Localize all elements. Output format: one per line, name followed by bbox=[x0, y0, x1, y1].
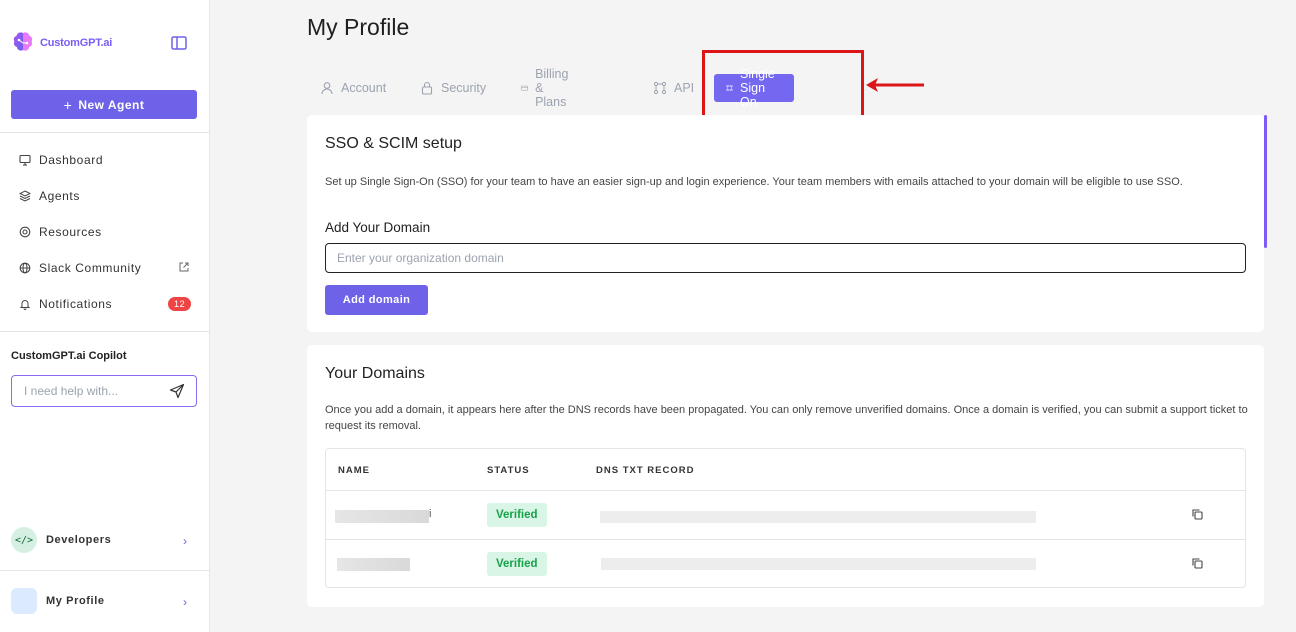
chevron-right-icon: › bbox=[183, 534, 187, 548]
sidebar-divider bbox=[0, 331, 210, 332]
avatar bbox=[11, 588, 37, 614]
sidebar-item-resources[interactable]: Resources bbox=[19, 224, 194, 240]
tab-label: Security bbox=[441, 81, 487, 95]
copy-icon[interactable] bbox=[1192, 509, 1203, 520]
tab-security[interactable]: Security bbox=[420, 74, 486, 102]
layers-icon bbox=[19, 190, 31, 202]
copilot-input-box bbox=[11, 375, 197, 407]
status-badge: Verified bbox=[487, 552, 547, 576]
redacted-domain-name bbox=[335, 510, 429, 523]
brain-logo-icon bbox=[13, 32, 33, 51]
redacted-domain-name bbox=[337, 558, 410, 571]
domains-table: NAME STATUS DNS TXT RECORD i Verified Ve… bbox=[325, 448, 1246, 588]
copilot-input[interactable] bbox=[24, 384, 164, 398]
external-link-icon bbox=[179, 262, 189, 272]
table-row: Verified bbox=[326, 539, 1245, 588]
my-profile-link[interactable]: My Profile › bbox=[11, 588, 197, 614]
tab-billing-plans[interactable]: Billing & Plans bbox=[521, 67, 575, 109]
brand-logo-link[interactable]: CustomGPT.ai bbox=[10, 30, 112, 56]
column-header-name: NAME bbox=[338, 465, 370, 476]
your-domains-card: Your Domains Once you add a domain, it a… bbox=[307, 345, 1264, 607]
domain-input-box bbox=[325, 243, 1246, 273]
sidebar-toggle-icon[interactable] bbox=[170, 34, 188, 52]
new-agent-label: New Agent bbox=[78, 97, 145, 112]
sidebar-item-label: Notifications bbox=[39, 297, 113, 311]
domain-name-suffix: i bbox=[429, 508, 432, 520]
annotation-highlight-box bbox=[702, 50, 864, 121]
domains-description: Once you add a domain, it appears here a… bbox=[325, 404, 1248, 432]
table-row: i Verified bbox=[326, 490, 1245, 539]
lock-icon bbox=[421, 81, 433, 95]
bell-icon bbox=[19, 300, 31, 310]
column-header-dns-txt-record: DNS TXT RECORD bbox=[596, 465, 695, 476]
tab-label: API bbox=[674, 81, 695, 95]
domains-card-title: Your Domains bbox=[325, 365, 425, 382]
tab-label: Billing & Plans bbox=[535, 67, 569, 109]
column-header-status: STATUS bbox=[487, 465, 530, 476]
sidebar-item-label: Dashboard bbox=[39, 153, 104, 167]
sidebar-item-label: Agents bbox=[39, 189, 80, 203]
tab-label: Account bbox=[341, 81, 387, 95]
sso-card-title: SSO & SCIM setup bbox=[325, 135, 462, 152]
sidebar-item-label: Resources bbox=[39, 225, 102, 239]
plus-icon: + bbox=[63, 96, 73, 113]
page-title: My Profile bbox=[307, 14, 410, 40]
add-domain-button[interactable]: Add domain bbox=[325, 285, 428, 315]
user-icon bbox=[321, 82, 333, 95]
sidebar-item-notifications[interactable]: Notifications 12 bbox=[19, 296, 194, 312]
status-badge: Verified bbox=[487, 503, 547, 527]
sidebar-divider bbox=[0, 570, 210, 571]
tab-account[interactable]: Account bbox=[320, 74, 386, 102]
developers-link[interactable]: </> Developers › bbox=[11, 527, 197, 553]
credit-card-icon bbox=[521, 85, 528, 91]
tab-api[interactable]: API bbox=[653, 74, 694, 102]
sidebar-item-dashboard[interactable]: Dashboard bbox=[19, 152, 194, 168]
sso-description: Set up Single Sign-On (SSO) for your tea… bbox=[325, 176, 1183, 188]
sidebar-item-slack-community[interactable]: Slack Community bbox=[19, 260, 194, 276]
copy-icon[interactable] bbox=[1192, 558, 1203, 569]
lifebuoy-icon bbox=[19, 226, 31, 238]
copilot-title: CustomGPT.ai Copilot bbox=[11, 350, 127, 362]
sidebar-item-agents[interactable]: Agents bbox=[19, 188, 194, 204]
globe-icon bbox=[19, 262, 31, 274]
add-domain-heading: Add Your Domain bbox=[325, 220, 431, 235]
sso-setup-card: SSO & SCIM setup Set up Single Sign-On (… bbox=[307, 115, 1264, 332]
notification-count-badge: 12 bbox=[168, 297, 192, 311]
brand-name: CustomGPT.ai bbox=[40, 37, 113, 49]
monitor-icon bbox=[19, 154, 31, 166]
code-icon: </> bbox=[11, 527, 37, 553]
profile-label: My Profile bbox=[46, 595, 105, 607]
chevron-right-icon: › bbox=[183, 595, 187, 609]
domain-input[interactable] bbox=[337, 251, 1217, 265]
sidebar-item-label: Slack Community bbox=[39, 261, 142, 275]
api-icon bbox=[653, 81, 667, 95]
annotation-arrow-icon bbox=[866, 78, 924, 92]
developers-label: Developers bbox=[46, 534, 112, 546]
redacted-dns-record bbox=[601, 558, 1036, 570]
sidebar: CustomGPT.ai + New Agent Dashboard Agent… bbox=[0, 0, 210, 632]
new-agent-button[interactable]: + New Agent bbox=[11, 90, 197, 119]
send-icon[interactable] bbox=[169, 383, 185, 399]
redacted-dns-record bbox=[600, 511, 1036, 523]
scrollbar-thumb[interactable] bbox=[1264, 115, 1267, 248]
sidebar-divider bbox=[0, 132, 210, 133]
